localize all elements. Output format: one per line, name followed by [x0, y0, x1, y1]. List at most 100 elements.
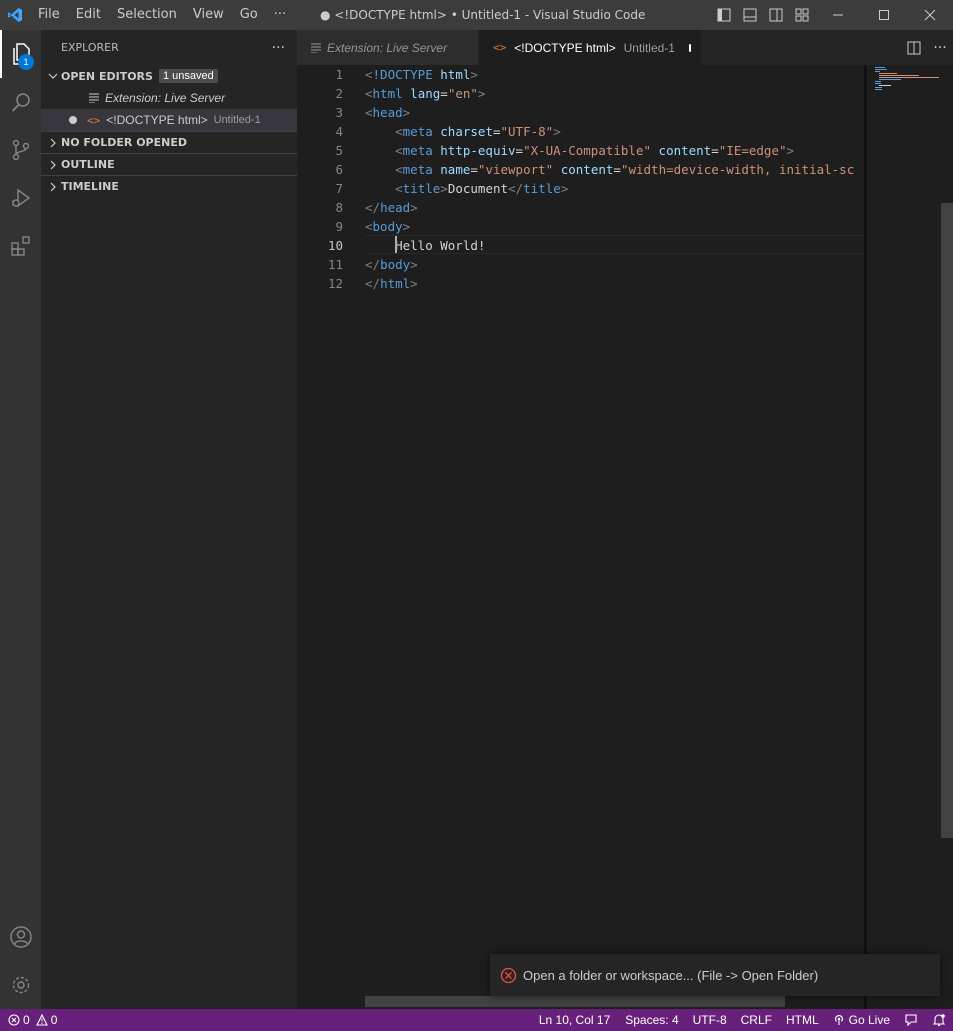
code-line[interactable]: </head>	[365, 198, 865, 217]
language-mode[interactable]: HTML	[779, 1009, 826, 1031]
search-icon[interactable]	[0, 78, 41, 126]
code-line[interactable]: <html lang="en">	[365, 84, 865, 103]
code-token: >	[470, 67, 478, 82]
code-token: Document	[447, 181, 509, 196]
chevron-right-icon	[45, 135, 61, 151]
code-token: >	[410, 200, 418, 215]
minimize-icon[interactable]	[815, 0, 861, 30]
section-label: OUTLINE	[61, 158, 115, 171]
line-number: 1	[335, 67, 343, 82]
code-line[interactable]: <meta http-equiv="X-UA-Compatible" conte…	[365, 141, 865, 160]
code-token: >	[786, 143, 795, 158]
code-line[interactable]: <title>Document</title>	[365, 179, 865, 198]
cursor-position[interactable]: Ln 10, Col 17	[532, 1009, 618, 1031]
code-editor[interactable]: 1 2 3 4 5 6 7 8 9 10 11 12 <!DOCTYPE html> <html lan…	[297, 65, 953, 1009]
toggle-secondary-sidebar-icon[interactable]	[763, 0, 789, 30]
code-token: head	[380, 200, 411, 215]
line-number-gutter: 1 2 3 4 5 6 7 8 9 10 11 12	[297, 65, 343, 293]
minimap-line	[879, 79, 901, 80]
code-token: head	[372, 105, 403, 120]
menu-view[interactable]: View	[185, 0, 232, 30]
code-line[interactable]: <meta name="viewport" content="width=dev…	[365, 160, 865, 179]
title-actions	[711, 0, 953, 30]
code-line[interactable]: <meta charset="UTF-8">	[365, 122, 865, 141]
minimap-line	[875, 81, 881, 82]
editor-actions: ···	[901, 30, 953, 65]
minimap[interactable]	[867, 65, 942, 1009]
code-token: =	[711, 143, 719, 158]
toggle-primary-sidebar-icon[interactable]	[711, 0, 737, 30]
end-of-line[interactable]: CRLF	[734, 1009, 779, 1031]
section-label: NO FOLDER OPENED	[61, 136, 187, 149]
code-token: =	[470, 162, 478, 177]
chevron-right-icon	[45, 179, 61, 195]
problems-status[interactable]: 0 0	[0, 1009, 57, 1031]
code-token: "en"	[447, 86, 478, 101]
go-live-button[interactable]: Go Live	[826, 1009, 897, 1031]
line-number: 6	[335, 162, 343, 177]
menu-edit[interactable]: Edit	[68, 0, 109, 30]
code-line[interactable]: <body>	[365, 217, 865, 236]
indentation[interactable]: Spaces: 4	[618, 1009, 685, 1031]
code-line[interactable]: <head>	[365, 103, 865, 122]
source-control-icon[interactable]	[0, 126, 41, 174]
sidebar-title: EXPLORER	[61, 41, 119, 54]
timeline-section-header[interactable]: TIMELINE	[41, 175, 297, 197]
extensions-icon[interactable]	[0, 222, 41, 270]
unsaved-dot-icon[interactable]	[688, 43, 691, 52]
split-editor-icon[interactable]	[901, 30, 927, 65]
close-window-icon[interactable]	[907, 0, 953, 30]
warning-icon	[35, 1014, 48, 1026]
manage-gear-icon[interactable]	[0, 961, 41, 1009]
code-token: html	[372, 86, 403, 101]
activity-bar: 1	[0, 30, 41, 1009]
vertical-scrollbar-thumb[interactable]	[941, 203, 953, 838]
open-editor-item-live-server[interactable]: Extension: Live Server	[41, 87, 297, 109]
code-token: "X-UA-Compatible"	[523, 143, 652, 158]
tab-untitled-1[interactable]: <> <!DOCTYPE html> Untitled-1	[479, 30, 701, 65]
run-debug-icon[interactable]	[0, 174, 41, 222]
minimap-line	[875, 67, 885, 68]
menu-file[interactable]: File	[30, 0, 68, 30]
minimap-line	[879, 85, 891, 86]
code-line[interactable]: </body>	[365, 255, 865, 274]
feedback-icon[interactable]	[897, 1009, 925, 1031]
notifications-bell-icon[interactable]	[925, 1009, 953, 1031]
code-token: =	[492, 124, 501, 139]
no-folder-section-header[interactable]: NO FOLDER OPENED	[41, 131, 297, 153]
section-label: TIMELINE	[61, 180, 119, 193]
outline-section-header[interactable]: OUTLINE	[41, 153, 297, 175]
open-editors-section-header[interactable]: OPEN EDITORS 1 unsaved	[41, 65, 297, 87]
line-number: 7	[335, 181, 343, 196]
customize-layout-icon[interactable]	[789, 0, 815, 30]
code-token: "IE=edge"	[718, 143, 787, 158]
error-count: 0	[23, 1013, 30, 1027]
menu-more[interactable]: ···	[266, 0, 294, 30]
horizontal-scrollbar-thumb[interactable]	[365, 996, 785, 1007]
tab-live-server[interactable]: Extension: Live Server	[297, 30, 479, 65]
code-line[interactable]: <!DOCTYPE html>	[365, 65, 865, 84]
code-line[interactable]: </html>	[365, 274, 865, 293]
code-token: </	[365, 257, 381, 272]
more-actions-icon[interactable]: ···	[927, 30, 953, 65]
code-line[interactable]: Hello World!	[365, 236, 865, 255]
open-editor-label: <!DOCTYPE html>	[106, 113, 208, 127]
maximize-icon[interactable]	[861, 0, 907, 30]
encoding[interactable]: UTF-8	[686, 1009, 734, 1031]
code-token: =	[613, 162, 621, 177]
menu-go[interactable]: Go	[232, 0, 266, 30]
line-number: 2	[335, 86, 343, 101]
notification-message: Open a folder or workspace... (File -> O…	[523, 967, 819, 983]
toggle-panel-icon[interactable]	[737, 0, 763, 30]
code-token: >	[410, 276, 418, 291]
menu-selection[interactable]: Selection	[109, 0, 185, 30]
code-token: html	[380, 276, 411, 291]
sidebar-more-actions-icon[interactable]: ···	[272, 40, 285, 56]
notification-toast[interactable]: Open a folder or workspace... (File -> O…	[490, 954, 940, 996]
vertical-scrollbar[interactable]	[940, 65, 953, 1009]
open-editor-item-untitled[interactable]: <> <!DOCTYPE html> Untitled-1	[41, 109, 297, 131]
explorer-files-icon[interactable]: 1	[0, 30, 41, 78]
code-content[interactable]: <!DOCTYPE html> <html lang="en"> <head> <m…	[365, 65, 865, 293]
account-icon[interactable]	[0, 913, 41, 961]
